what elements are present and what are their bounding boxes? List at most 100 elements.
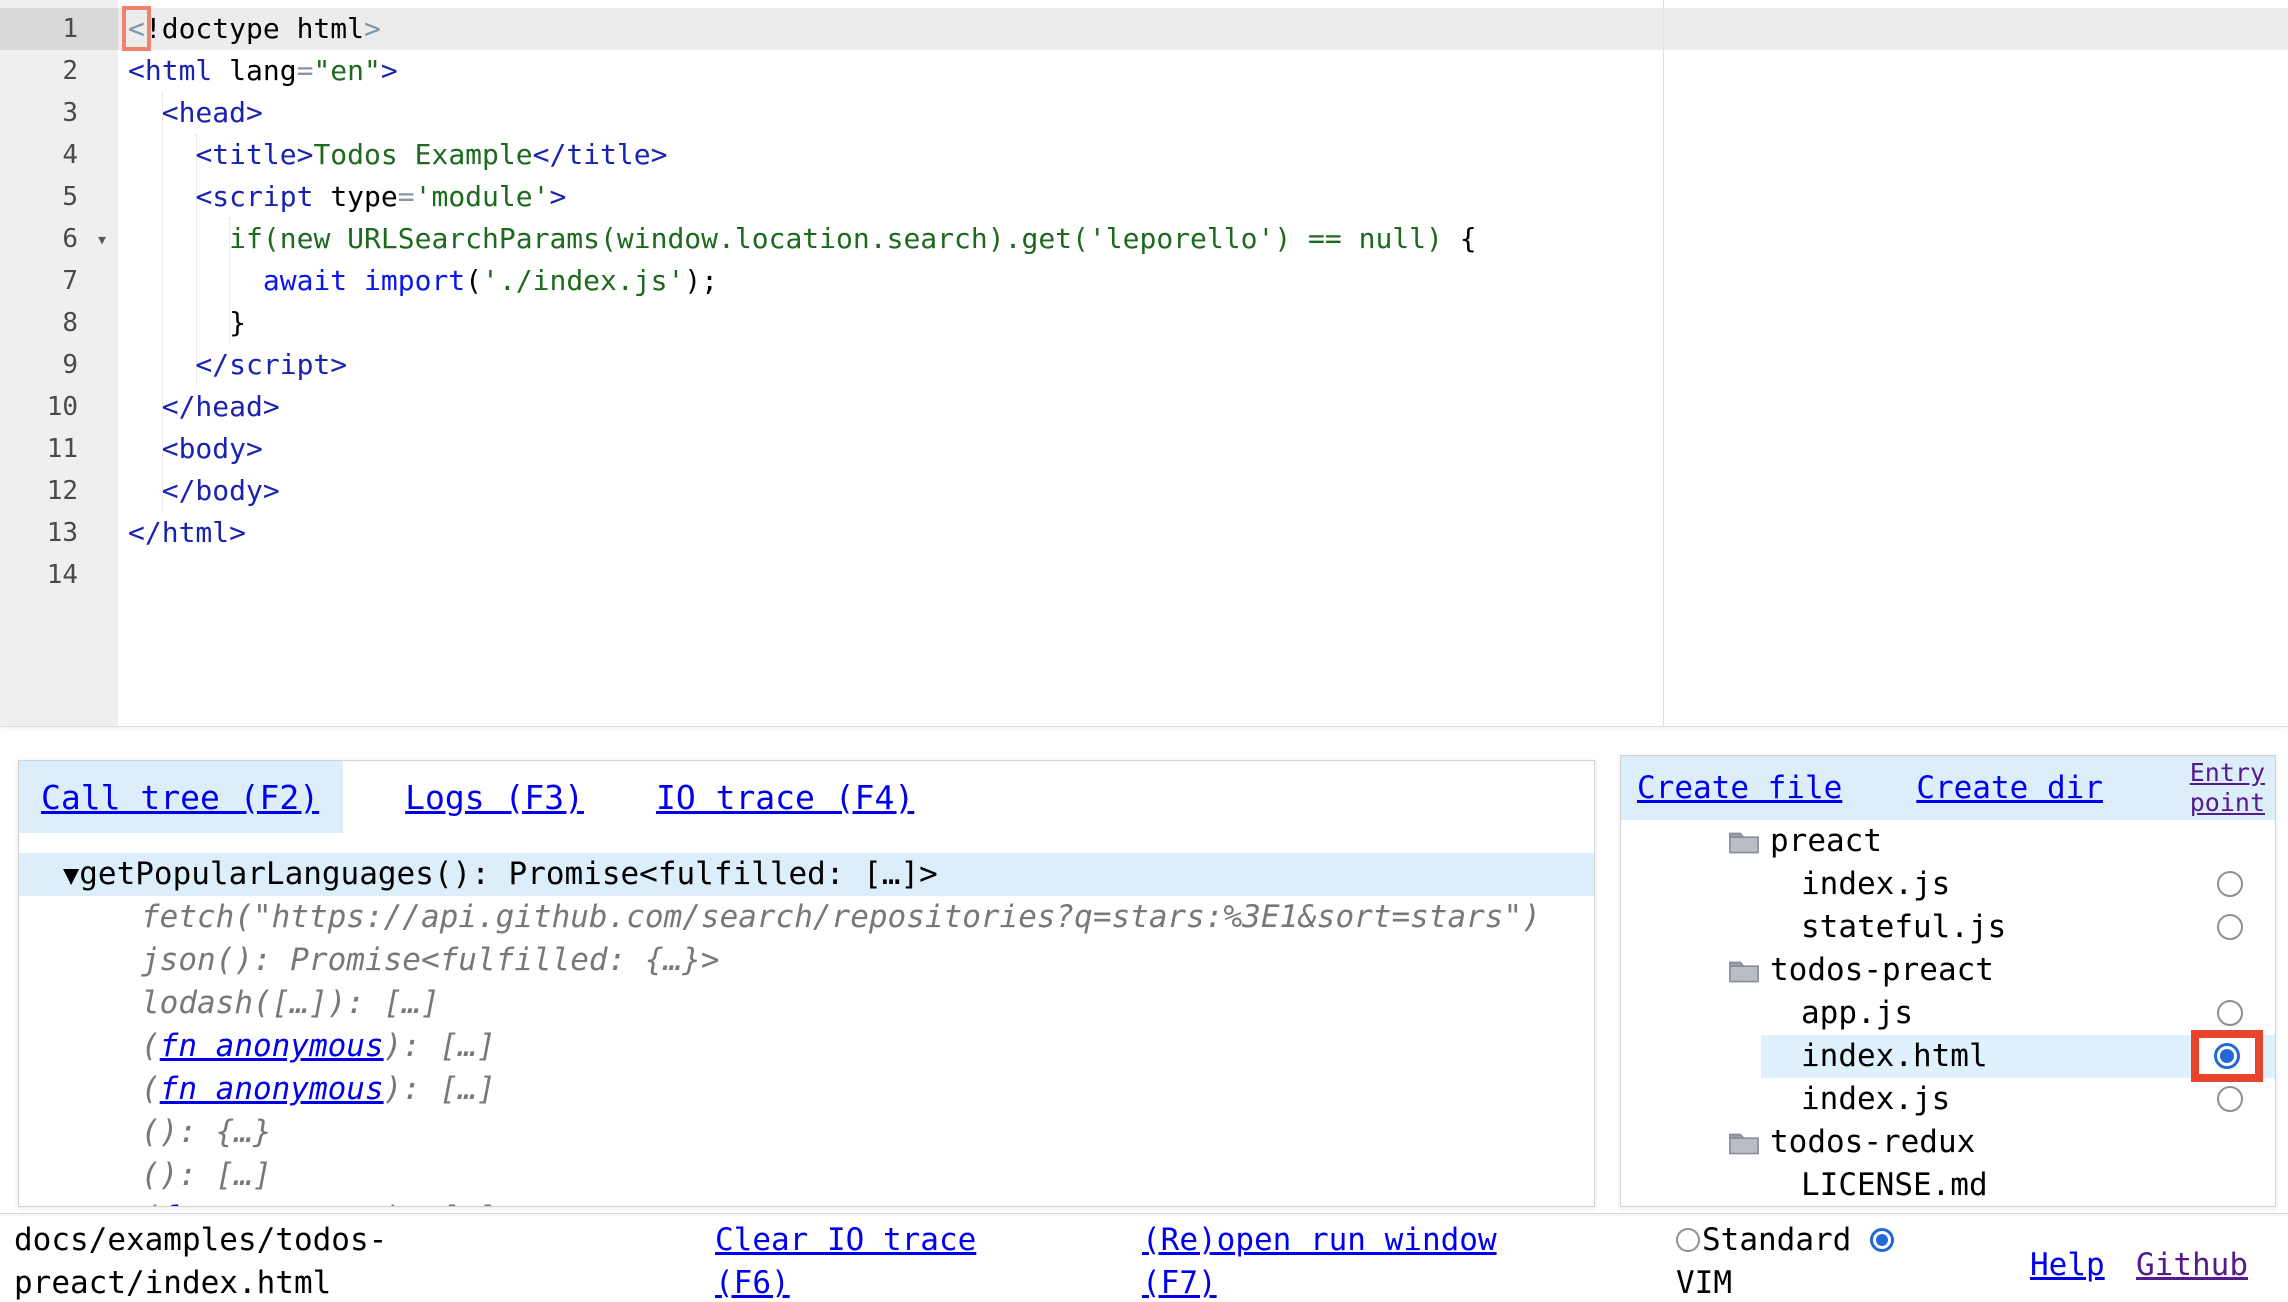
help-label[interactable]: Help xyxy=(2030,1247,2105,1283)
code-line[interactable]: <!doctype html> xyxy=(118,8,2288,50)
calltree-row[interactable]: (): […] xyxy=(19,1154,1594,1197)
calltree-row[interactable]: fetch("https://api.github.com/search/rep… xyxy=(19,896,1594,939)
code-line[interactable]: </script> xyxy=(118,344,2288,386)
code-token xyxy=(128,180,195,213)
code-token xyxy=(128,222,229,255)
code-token: ( xyxy=(465,264,482,297)
create-file-button[interactable]: Create file xyxy=(1637,770,1842,806)
code-token: <head> xyxy=(162,96,263,129)
code-token: </body> xyxy=(128,474,280,507)
file-name: todos-redux xyxy=(1770,1124,1975,1160)
entry-point-radio[interactable] xyxy=(2217,1000,2243,1026)
code-token xyxy=(347,264,364,297)
folder-icon xyxy=(1728,1125,1760,1168)
code-token: </script> xyxy=(128,348,347,381)
code-token: </head> xyxy=(128,390,280,423)
line-number: 3 xyxy=(0,92,118,134)
file-name: index.html xyxy=(1801,1038,1988,1074)
calltree-row[interactable]: json(): Promise<fulfilled: {…}> xyxy=(19,939,1594,982)
code-line[interactable]: await import('./index.js'); xyxy=(118,260,2288,302)
keybinding-radio-vim[interactable] xyxy=(1870,1228,1894,1252)
reopen-run-window-button[interactable]: (Re)open run window (F7) xyxy=(1142,1219,1520,1302)
leporello-app: 123456▾7891011121314 <!doctype html><htm… xyxy=(0,0,2288,1302)
code-token: </html> xyxy=(128,516,246,549)
code-token: 'module' xyxy=(415,180,550,213)
code-line[interactable]: <script type='module'> xyxy=(118,176,2288,218)
code-line[interactable] xyxy=(118,554,2288,596)
code-token: > xyxy=(381,54,398,87)
file-tree-dir[interactable]: todos-redux xyxy=(1621,1121,2275,1164)
calltree-row[interactable]: (): {…} xyxy=(19,1111,1594,1154)
calltree-row[interactable]: (fn anonymous): […] xyxy=(19,1197,1594,1207)
file-name: LICENSE.md xyxy=(1801,1167,1988,1203)
calltree-row[interactable]: (fn anonymous): […] xyxy=(19,1068,1594,1111)
line-number: 6▾ xyxy=(0,218,118,260)
code-line[interactable]: } xyxy=(118,302,2288,344)
code-line[interactable]: </html> xyxy=(118,512,2288,554)
code-line[interactable]: <head> xyxy=(118,92,2288,134)
file-tree-dir[interactable]: preact xyxy=(1621,820,2275,863)
keybinding-label-vim[interactable]: VIM xyxy=(1676,1265,1732,1301)
code-token xyxy=(212,54,229,87)
calltree-row[interactable]: lodash([…]): […] xyxy=(19,982,1594,1025)
fold-toggle-icon[interactable]: ▾ xyxy=(96,218,108,260)
keybinding-radio-standard[interactable] xyxy=(1676,1228,1700,1252)
calltree-fn-link[interactable]: fn anonymous xyxy=(160,1028,384,1064)
calltree-rows: ▼getPopularLanguages(): Promise<fulfille… xyxy=(19,853,1594,1207)
file-name: preact xyxy=(1770,823,1882,859)
calltree-row[interactable]: (fn anonymous): […] xyxy=(19,1025,1594,1068)
code-token: <script xyxy=(195,180,313,213)
line-number: 14 xyxy=(0,554,118,596)
code-token: = xyxy=(297,54,314,87)
line-number: 1 xyxy=(0,8,118,50)
clear-io-trace-button[interactable]: Clear IO trace (F6) xyxy=(715,1219,1003,1302)
entry-point-radio-checked[interactable] xyxy=(2214,1043,2240,1069)
code-line[interactable]: <title>Todos Example</title> xyxy=(118,134,2288,176)
tab-logs[interactable]: Logs (F3) xyxy=(395,761,594,833)
entry-point-radio[interactable] xyxy=(2217,914,2243,940)
tab-io-trace-label[interactable]: IO trace (F4) xyxy=(656,778,914,817)
tab-call-tree[interactable]: Call tree (F2) xyxy=(19,761,343,833)
file-tree-dir[interactable]: todos-preact xyxy=(1621,949,2275,992)
github-link[interactable]: Github xyxy=(2136,1244,2248,1287)
file-tree-file[interactable]: index.html xyxy=(1621,1035,2275,1078)
tab-logs-label[interactable]: Logs (F3) xyxy=(405,778,584,817)
keybinding-label-standard[interactable]: Standard xyxy=(1702,1222,1851,1258)
code-line[interactable]: </head> xyxy=(118,386,2288,428)
files-panel: Create file Create dir Entry point preac… xyxy=(1620,755,2276,1207)
code-token: ); xyxy=(684,264,718,297)
calltree-fn-link[interactable]: fn anonymous xyxy=(160,1200,384,1207)
code-line[interactable]: <body> xyxy=(118,428,2288,470)
code-editor[interactable]: 123456▾7891011121314 <!doctype html><htm… xyxy=(0,0,2288,727)
code-token: } xyxy=(128,306,246,339)
tab-call-tree-label[interactable]: Call tree (F2) xyxy=(41,778,319,817)
entry-point-link[interactable]: Entry point xyxy=(2165,758,2265,818)
collapse-arrow-icon[interactable]: ▼ xyxy=(63,860,79,891)
code-line[interactable]: <html lang="en"> xyxy=(118,50,2288,92)
file-tree-file[interactable]: stateful.js xyxy=(1621,906,2275,949)
code-line[interactable]: if(new URLSearchParams(window.location.s… xyxy=(118,218,2288,260)
calltree-fn-link[interactable]: fn anonymous xyxy=(160,1071,384,1107)
entry-point-radio[interactable] xyxy=(2217,1086,2243,1112)
file-tree-file[interactable]: index.js xyxy=(1621,863,2275,906)
code-token: if(new URLSearchParams(window.location.s… xyxy=(229,222,1443,255)
clear-io-trace-label[interactable]: Clear IO trace (F6) xyxy=(715,1222,976,1301)
code-token: </title> xyxy=(533,138,668,171)
code-token: > xyxy=(549,180,566,213)
reopen-run-window-label[interactable]: (Re)open run window (F7) xyxy=(1142,1222,1497,1301)
code-line[interactable]: </body> xyxy=(118,470,2288,512)
file-tree-file[interactable]: index.js xyxy=(1621,1078,2275,1121)
editor-code[interactable]: <!doctype html><html lang="en"> <head> <… xyxy=(118,8,2288,596)
code-token: !doctype html xyxy=(145,12,364,45)
tab-io-trace[interactable]: IO trace (F4) xyxy=(646,761,924,833)
entry-point-radio[interactable] xyxy=(2217,871,2243,897)
file-name: stateful.js xyxy=(1801,909,2006,945)
help-link[interactable]: Help xyxy=(2030,1244,2105,1287)
file-tree-file[interactable]: LICENSE.md xyxy=(1621,1164,2275,1207)
line-number: 12 xyxy=(0,470,118,512)
calltree-row[interactable]: ▼getPopularLanguages(): Promise<fulfille… xyxy=(19,853,1594,896)
github-label[interactable]: Github xyxy=(2136,1247,2248,1283)
create-dir-button[interactable]: Create dir xyxy=(1916,770,2103,806)
line-number: 4 xyxy=(0,134,118,176)
file-tree-file[interactable]: app.js xyxy=(1621,992,2275,1035)
